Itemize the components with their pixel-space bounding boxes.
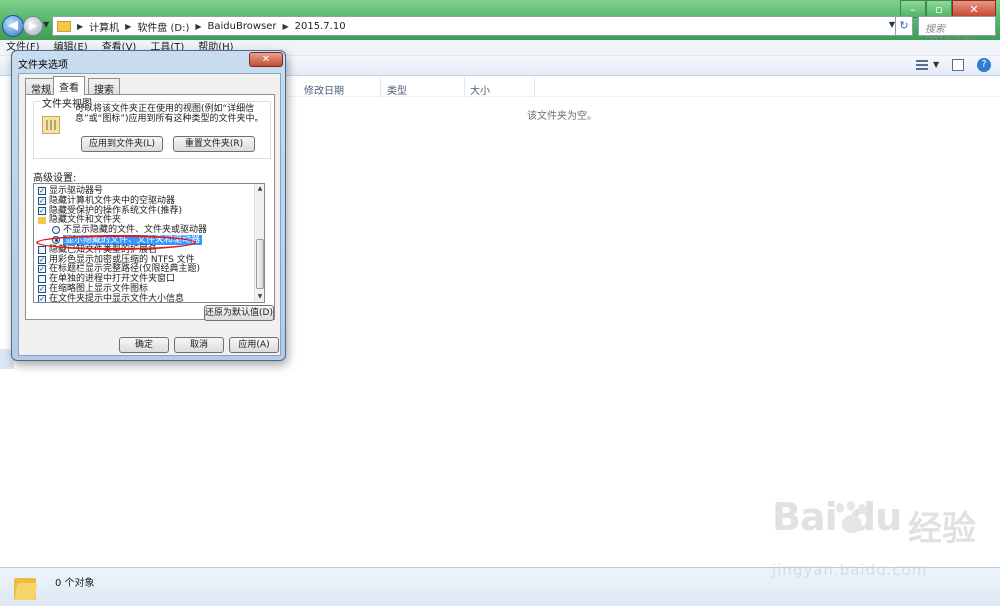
preview-pane-icon[interactable]	[952, 59, 964, 71]
dialog-body: 常规 查看 搜索 文件夹视图 可以将该文件夹正在使用的视图(例如“详细信息”或“…	[18, 73, 281, 356]
advanced-setting-row[interactable]: 不显示隐藏的文件、文件夹或驱动器	[52, 225, 207, 235]
red-highlight-annotation	[36, 235, 196, 250]
chevron-right-icon[interactable]: ▶	[77, 22, 83, 31]
column-header-modified[interactable]: 修改日期	[304, 82, 344, 97]
advanced-setting-row[interactable]: ✓ 隐藏计算机文件夹中的空驱动器	[38, 196, 175, 206]
address-bar[interactable]: ▶ 计算机 ▶ 软件盘 (D:) ▶ BaiduBrowser ▶ 2015.7…	[52, 16, 912, 36]
advanced-setting-label: 隐藏文件和文件夹	[49, 215, 122, 226]
advanced-setting-row[interactable]: ✓ 在缩略图上显示文件图标	[38, 284, 148, 294]
scroll-up-icon[interactable]: ▲	[256, 185, 264, 193]
dialog-close-button[interactable]: ✕	[249, 52, 283, 67]
checkbox-icon[interactable]: ✓	[38, 187, 46, 195]
checkbox-icon[interactable]: ✓	[38, 285, 46, 293]
folder-views-description: 可以将该文件夹正在使用的视图(例如“详细信息”或“图标”)应用到所有这种类型的文…	[75, 104, 264, 124]
breadcrumb-computer[interactable]: 计算机	[89, 19, 119, 34]
breadcrumb-drive[interactable]: 软件盘 (D:)	[137, 19, 189, 34]
apply-to-folders-button[interactable]: 应用到文件夹(L)	[81, 136, 163, 152]
scroll-thumb[interactable]	[256, 239, 264, 289]
watermark-logo-cn: 经验	[908, 509, 976, 549]
folder-view-icon	[42, 116, 60, 134]
advanced-setting-label: 显示驱动器号	[49, 186, 104, 196]
chevron-right-icon[interactable]: ▶	[283, 22, 289, 31]
radio-icon[interactable]	[52, 226, 60, 235]
column-header-size[interactable]: 大小	[470, 82, 490, 97]
advanced-setting-label: 不显示隐藏的文件、文件夹或驱动器	[63, 225, 208, 236]
help-icon[interactable]: ?	[977, 58, 991, 72]
checkbox-icon[interactable]: ✓	[38, 265, 46, 274]
empty-folder-message: 该文件夹为空。	[527, 111, 597, 122]
column-divider[interactable]	[464, 77, 465, 97]
advanced-setting-row[interactable]: ✓ 在标题栏显示完整路径(仅限经典主题)	[38, 264, 200, 274]
advanced-setting-label: 在缩略图上显示文件图标	[49, 284, 149, 294]
reset-folders-button[interactable]: 重置文件夹(R)	[173, 136, 255, 152]
column-header-type[interactable]: 类型	[387, 82, 407, 97]
item-count: 0 个对象	[55, 578, 95, 589]
advanced-setting-label: 在文件夹提示中显示文件大小信息	[49, 293, 185, 303]
tab-search[interactable]: 搜索	[88, 78, 120, 96]
advanced-setting-row[interactable]: ✓ 在文件夹提示中显示文件大小信息	[38, 293, 185, 303]
advanced-setting-row[interactable]: 隐藏文件和文件夹	[38, 215, 121, 225]
restore-defaults-button[interactable]: 还原为默认值(D)	[204, 305, 274, 321]
advanced-setting-label: 在标题栏显示完整路径(仅限经典主题)	[49, 264, 201, 275]
column-headers: 修改日期 类型 大小	[288, 77, 1000, 97]
folder-options-dialog: 文件夹选项 ✕ 常规 查看 搜索 文件夹视图 可以将该文件夹正在使用的视图(例如…	[11, 50, 286, 361]
apply-button[interactable]: 应用(A)	[229, 337, 279, 353]
checkbox-icon[interactable]	[38, 275, 46, 284]
back-arrow-icon[interactable]: ◀	[2, 15, 24, 37]
chevron-right-icon[interactable]: ▶	[125, 22, 131, 31]
paw-icon	[834, 501, 870, 537]
advanced-setting-label: 隐藏计算机文件夹中的空驱动器	[49, 195, 176, 206]
dialog-title: 文件夹选项	[18, 60, 68, 71]
change-view-icon[interactable]	[916, 60, 928, 70]
checkbox-icon[interactable]: ✓	[38, 206, 46, 215]
advanced-setting-row[interactable]: ✓ 显示驱动器号	[38, 186, 103, 196]
watermark-url: jingyan.baidu.com	[772, 561, 928, 579]
folder-views-group: 文件夹视图 可以将该文件夹正在使用的视图(例如“详细信息”或“图标”)应用到所有…	[33, 95, 271, 159]
ok-button[interactable]: 确定	[119, 337, 169, 353]
breadcrumb-baidubrowser[interactable]: BaiduBrowser	[208, 21, 277, 32]
scroll-down-icon[interactable]: ▼	[256, 293, 264, 301]
advanced-settings-scrollbar[interactable]: ▲ ▼	[254, 184, 264, 302]
refresh-icon[interactable]: ↻	[895, 16, 913, 36]
search-input[interactable]: 搜索 2015.7.10	[918, 16, 996, 46]
forward-arrow-icon[interactable]: ▶	[23, 16, 43, 36]
view-dropdown-icon[interactable]: ▼	[933, 60, 939, 69]
column-divider[interactable]	[534, 77, 535, 97]
advanced-settings-label: 高级设置:	[33, 173, 77, 184]
tab-view[interactable]: 查看	[53, 76, 85, 95]
checkbox-icon[interactable]	[38, 245, 46, 254]
chevron-right-icon[interactable]: ▶	[195, 22, 201, 31]
advanced-setting-label: 在单独的进程中打开文件夹窗口	[49, 274, 176, 285]
folder-icon	[14, 574, 38, 600]
recent-pages-dropdown-icon[interactable]: ▼	[43, 20, 49, 29]
column-divider[interactable]	[380, 77, 381, 97]
folder-icon	[38, 216, 46, 224]
view-tab-panel: 文件夹视图 可以将该文件夹正在使用的视图(例如“详细信息”或“图标”)应用到所有…	[25, 94, 275, 321]
baidu-watermark: Bai du 经验 jingyan.baidu.com	[772, 495, 992, 585]
checkbox-icon[interactable]: ✓	[38, 294, 46, 302]
checkbox-icon[interactable]: ✓	[38, 255, 46, 264]
folder-icon	[57, 20, 71, 32]
checkbox-icon[interactable]: ✓	[38, 196, 46, 205]
breadcrumb-current[interactable]: 2015.7.10	[295, 21, 346, 32]
window-title-bar: – ▫ ✕ ◀ ▶ ▼ ▶ 计算机 ▶ 软件盘 (D:) ▶ BaiduBrow…	[0, 0, 1000, 46]
advanced-setting-row[interactable]: 在单独的进程中打开文件夹窗口	[38, 274, 175, 284]
cancel-button[interactable]: 取消	[174, 337, 224, 353]
